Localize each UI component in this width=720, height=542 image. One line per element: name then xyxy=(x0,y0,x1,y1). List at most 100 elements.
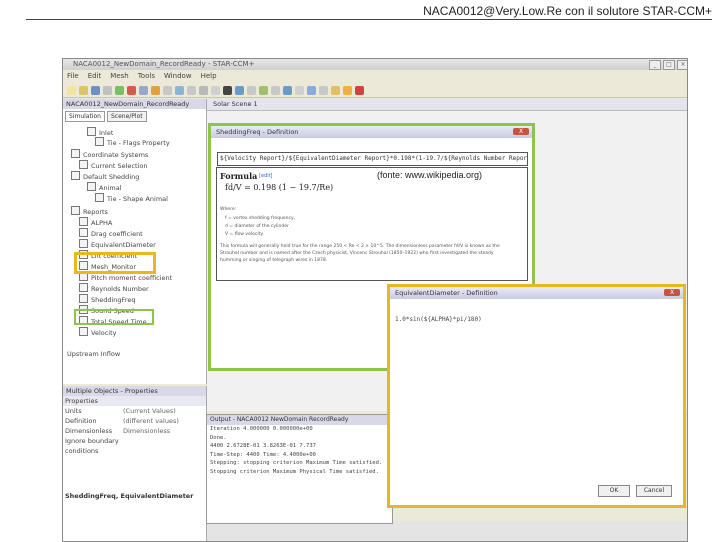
output-line: 4400 2.6728E-01 3.8263E-01 7.737 xyxy=(210,443,316,449)
prop-row-units[interactable]: Units (Current Values) xyxy=(63,406,206,416)
view-icon[interactable] xyxy=(307,85,316,95)
node-icon xyxy=(95,193,104,202)
tab-solar-scene[interactable]: Solar Scene 1 xyxy=(207,99,687,111)
maximize-icon[interactable]: □ xyxy=(663,60,675,70)
run-icon[interactable] xyxy=(115,85,124,95)
open-folder-icon[interactable] xyxy=(79,85,88,95)
layout-icon[interactable] xyxy=(247,85,256,95)
report-icon xyxy=(79,305,88,314)
tree-item-mesh-monitor[interactable]: Mesh_Monitor xyxy=(79,261,136,271)
pan-icon[interactable] xyxy=(211,85,220,95)
menu-bar: File Edit Mesh Tools Window Help xyxy=(63,71,687,81)
equiv-dialog-title: EquivalentDiameter - Definition X xyxy=(390,287,683,299)
report-icon xyxy=(79,261,88,270)
slide-title: NACA0012@Very.Low.Re con il solutore STA… xyxy=(423,4,712,18)
grid-icon[interactable] xyxy=(163,85,172,95)
tree-item-shape-animal[interactable]: Tie - Shape Animal xyxy=(95,193,168,203)
tree-item-coordinate-systems[interactable]: Coordinate Systems xyxy=(71,149,148,159)
tree-item-shedding-freq[interactable]: SheddingFreq xyxy=(79,294,135,304)
lock-icon[interactable] xyxy=(319,85,328,95)
new-file-icon[interactable] xyxy=(67,85,76,95)
prop-row-ignore-bc[interactable]: Ignore boundary conditions xyxy=(63,436,206,455)
tree-tabs: Simulation Scene/Plot xyxy=(63,109,206,123)
folder-icon xyxy=(71,149,80,158)
formula-heading: Formula xyxy=(220,171,258,181)
probe-icon[interactable] xyxy=(295,85,304,95)
tree-item-default-shedding[interactable]: Default Shedding xyxy=(71,171,139,181)
vector-icon[interactable] xyxy=(283,85,292,95)
menu-edit[interactable]: Edit xyxy=(88,71,102,81)
tree-item-animal[interactable]: Animal xyxy=(87,182,122,192)
node-icon xyxy=(87,127,96,136)
tree-item-pitch-moment[interactable]: Pitch moment coefficient xyxy=(79,272,172,282)
tree-item-inlet[interactable]: Inlet xyxy=(87,127,113,137)
properties-selection: SheddingFreq, EquivalentDiameter xyxy=(65,492,194,500)
report-icon xyxy=(79,250,88,259)
report-icon xyxy=(79,239,88,248)
properties-section: Properties xyxy=(63,396,206,406)
menu-help[interactable]: Help xyxy=(201,71,217,81)
equiv-expression-field[interactable]: 1.0*sin(${ALPHA}*pi/180) xyxy=(395,316,482,323)
minimize-icon[interactable]: _ xyxy=(649,60,661,70)
tab-simulation[interactable]: Simulation xyxy=(65,111,105,122)
where-label: Where: xyxy=(220,207,237,212)
tree-item-lift-coefficient[interactable]: Lift coefficient xyxy=(79,250,137,260)
shedding-expression-field[interactable]: ${Velocity Report}/${EquivalentDiameter … xyxy=(217,152,528,166)
text-line: Strouhal number and is named after the C… xyxy=(220,251,494,256)
text-line: humming or singing of telegraph wires in… xyxy=(220,258,328,263)
step-icon[interactable] xyxy=(139,85,148,95)
menu-window[interactable]: Window xyxy=(164,71,192,81)
prop-row-definition[interactable]: Definition (different values) xyxy=(63,416,206,426)
mesh-icon[interactable] xyxy=(151,85,160,95)
report-icon xyxy=(79,294,88,303)
tab-scene-plot[interactable]: Scene/Plot xyxy=(106,111,147,122)
tree-item-flags-property[interactable]: Tie - Flags Property xyxy=(95,137,170,147)
slide-header: NACA0012@Very.Low.Re con il solutore STA… xyxy=(0,0,720,22)
record-icon[interactable] xyxy=(355,85,364,95)
light-icon[interactable] xyxy=(331,85,340,95)
node-icon xyxy=(79,160,88,169)
close-icon[interactable]: X xyxy=(664,289,680,296)
report-icon[interactable] xyxy=(259,85,268,95)
save-icon[interactable] xyxy=(91,85,100,95)
window-title: NACA0012_NewDomain_RecordReady - STAR-CC… xyxy=(73,60,255,68)
scene-icon[interactable] xyxy=(175,85,184,95)
zoom-icon[interactable] xyxy=(187,85,196,95)
tree-item-current-selection[interactable]: Current Selection xyxy=(79,160,147,170)
menu-file[interactable]: File xyxy=(67,71,79,81)
output-line: Done. xyxy=(210,434,227,441)
source-caption: (fonte: www.wikipedia.org) xyxy=(377,170,483,180)
tree-item-drag-coefficient[interactable]: Drag coefficient xyxy=(79,228,143,238)
output-line: Iteration 4.000000 0.000000e+00 xyxy=(210,426,313,432)
print-icon[interactable] xyxy=(103,85,112,95)
report-icon xyxy=(79,272,88,281)
report-icon xyxy=(79,228,88,237)
plot-icon[interactable] xyxy=(235,85,244,95)
prop-row-dimensions[interactable]: Dimensionless Dimensionless xyxy=(63,426,206,436)
ok-button[interactable]: OK xyxy=(598,485,630,497)
tree-item-total-speed-time[interactable]: Total Speed Time xyxy=(79,316,147,326)
camera-icon[interactable] xyxy=(223,85,232,95)
tree-item-velocity[interactable]: Velocity xyxy=(79,327,117,337)
output-panel: Output - NACA0012 NewDomain RecordReady … xyxy=(206,414,393,524)
tree-item-equivalent-diameter[interactable]: EquivalentDiameter xyxy=(79,239,156,249)
tree-item-reports[interactable]: Reports xyxy=(71,206,108,216)
tree-item-reynolds-number[interactable]: Reynolds Number xyxy=(79,283,149,293)
tree-item-sound-speed[interactable]: Sound Speed xyxy=(79,305,134,315)
report-icon xyxy=(79,316,88,325)
cancel-button[interactable]: Cancel xyxy=(636,485,672,497)
node-icon xyxy=(95,137,104,146)
folder-icon xyxy=(71,206,80,215)
rotate-icon[interactable] xyxy=(199,85,208,95)
monitor-icon[interactable] xyxy=(271,85,280,95)
close-icon[interactable]: × xyxy=(677,60,687,70)
menu-mesh[interactable]: Mesh xyxy=(110,71,128,81)
properties-panel: Multiple Objects - Properties Properties… xyxy=(63,386,207,541)
close-icon[interactable]: X xyxy=(513,128,529,135)
formula-edit-link: [edit] xyxy=(259,173,273,179)
tree-item-upstream-inflow[interactable]: Upstream Inflow xyxy=(67,349,120,359)
menu-tools[interactable]: Tools xyxy=(138,71,155,81)
stop-icon[interactable] xyxy=(127,85,136,95)
tree-item-alpha[interactable]: ALPHA xyxy=(79,217,112,227)
bulb-icon[interactable] xyxy=(343,85,352,95)
